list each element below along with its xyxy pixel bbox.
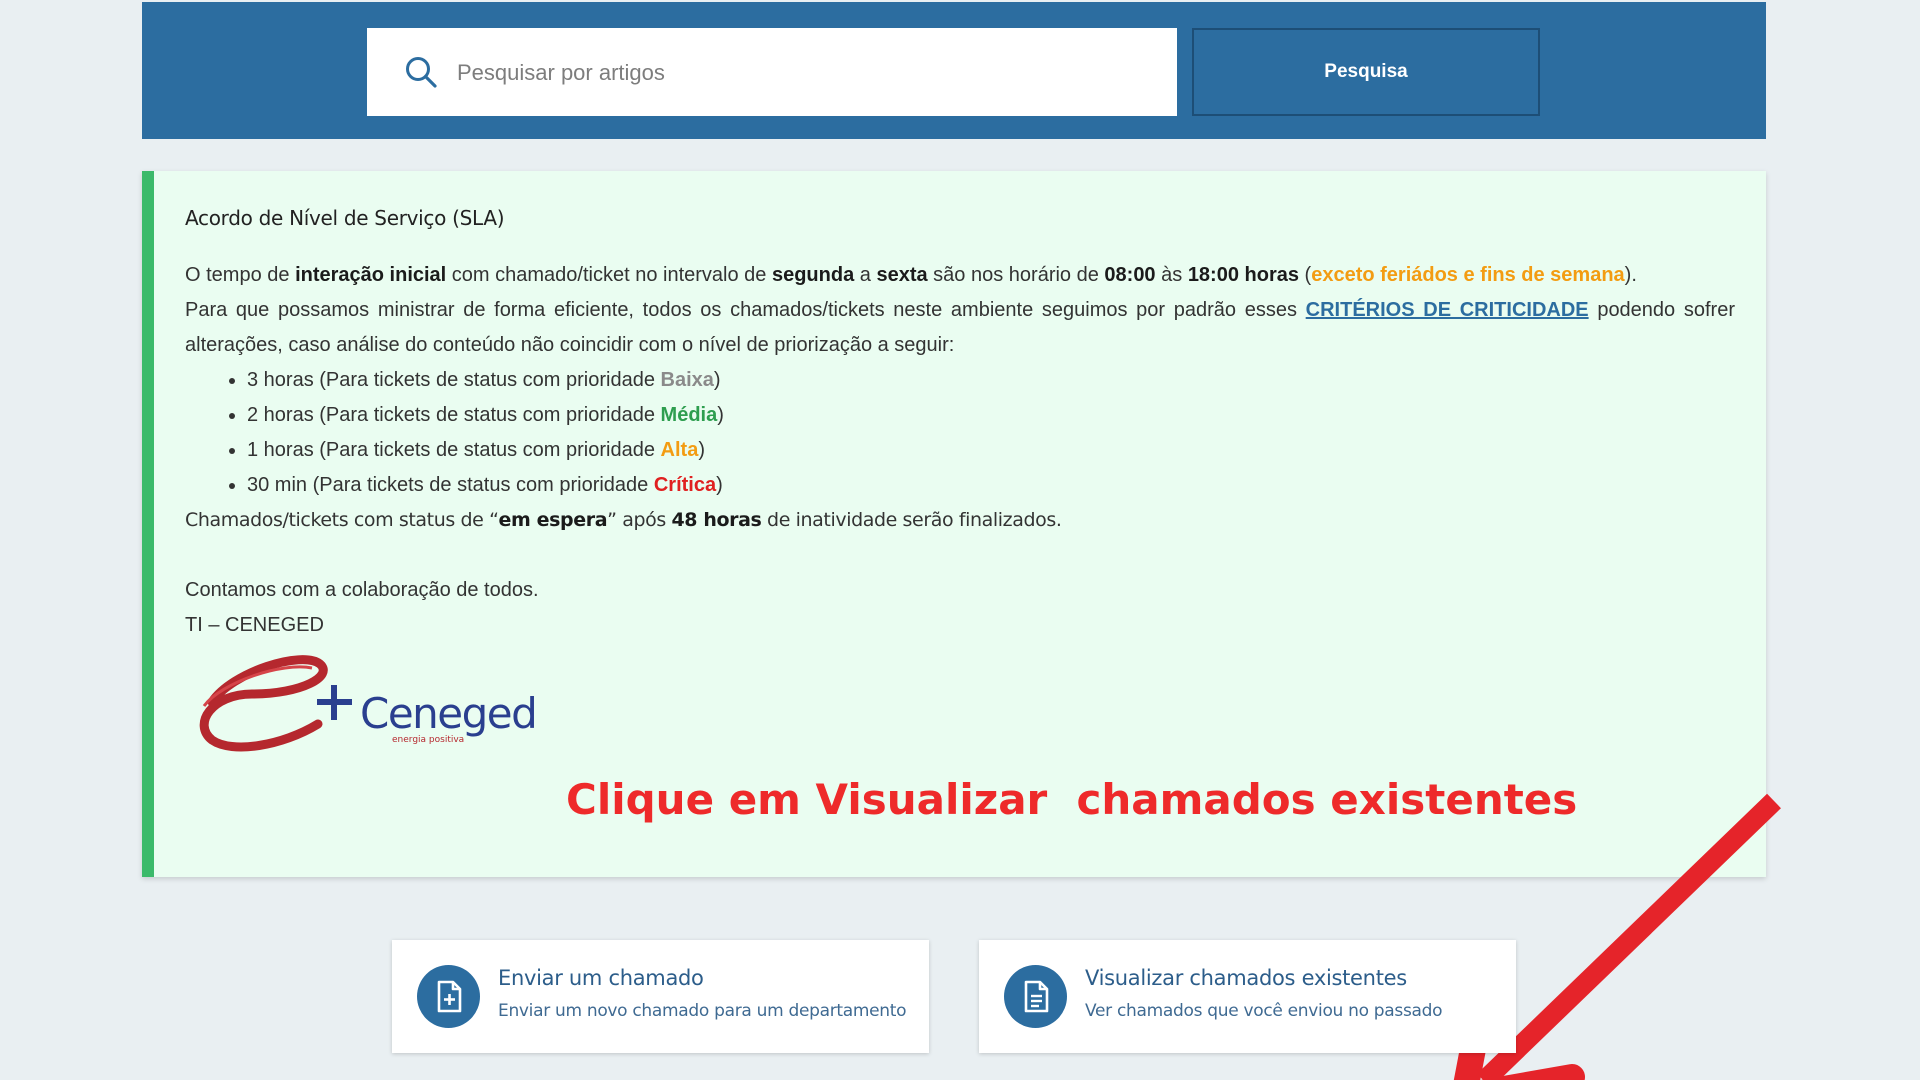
- search-input[interactable]: [455, 28, 1159, 118]
- priority-item-low: 3 horas (Para tickets de status com prio…: [247, 363, 1735, 398]
- priority-item-medium: 2 horas (Para tickets de status com prio…: [247, 398, 1735, 433]
- signature: TI – CENEGED: [185, 614, 324, 636]
- priority-list: 3 horas (Para tickets de status com prio…: [185, 363, 1735, 503]
- sla-paragraph-interaction: O tempo de interação inicial com chamado…: [185, 264, 1637, 286]
- card-view-tickets[interactable]: Visualizar chamados existentes Ver chama…: [979, 940, 1516, 1053]
- sla-paragraph-criteria: Para que possamos ministrar de forma efi…: [185, 299, 1735, 356]
- priority-level-medium: Média: [660, 404, 718, 426]
- card-title: Enviar um chamado: [498, 966, 704, 990]
- priority-item-critical: 30 min (Para tickets de status com prior…: [247, 468, 1735, 503]
- card-title: Visualizar chamados existentes: [1085, 966, 1407, 990]
- sla-panel: Acordo de Nível de Serviço (SLA) O tempo…: [142, 171, 1781, 1080]
- priority-level-critical: Crítica: [653, 474, 717, 496]
- exception-note: exceto feriádos e fins de semana: [1311, 264, 1625, 286]
- card-icon-badge: [1004, 965, 1067, 1028]
- criticality-criteria-link[interactable]: CRITÉRIOS DE CRITICIDADE: [1306, 299, 1589, 321]
- search-banner: Pesquisa: [142, 2, 1766, 139]
- ceneged-logo: Ceneged energia positiva: [199, 655, 538, 752]
- page: Pesquisa Acordo de Nível de Serviço (SLA…: [0, 0, 1920, 1080]
- priority-level-low: Baixa: [660, 369, 714, 391]
- sla-content: Acordo de Nível de Serviço (SLA) O tempo…: [185, 201, 1735, 643]
- search-button[interactable]: Pesquisa: [1192, 28, 1540, 116]
- sla-paragraph-inactivity: Chamados/tickets com status de “em esper…: [185, 509, 1062, 531]
- search-icon: [403, 54, 439, 90]
- closing-text: Contamos com a colaboração de todos.: [185, 579, 539, 601]
- logo-tagline: energia positiva: [392, 735, 464, 745]
- document-plus-icon: [437, 980, 462, 1013]
- document-list-icon: [1024, 980, 1049, 1013]
- card-submit-ticket[interactable]: Enviar um chamado Enviar um novo chamado…: [392, 940, 929, 1053]
- priority-level-high: Alta: [660, 439, 699, 461]
- logo-wordmark: Ceneged: [360, 689, 536, 738]
- card-subtitle: Ver chamados que você enviou no passado: [1085, 1001, 1443, 1021]
- sla-title: Acordo de Nível de Serviço (SLA): [185, 206, 505, 230]
- card-icon-badge: [417, 965, 480, 1028]
- priority-item-high: 1 horas (Para tickets de status com prio…: [247, 433, 1735, 468]
- card-subtitle: Enviar um novo chamado para um departame…: [498, 1001, 907, 1021]
- instruction-callout: Clique em Visualizar chamados existentes: [566, 775, 1578, 824]
- search-box[interactable]: [367, 28, 1177, 118]
